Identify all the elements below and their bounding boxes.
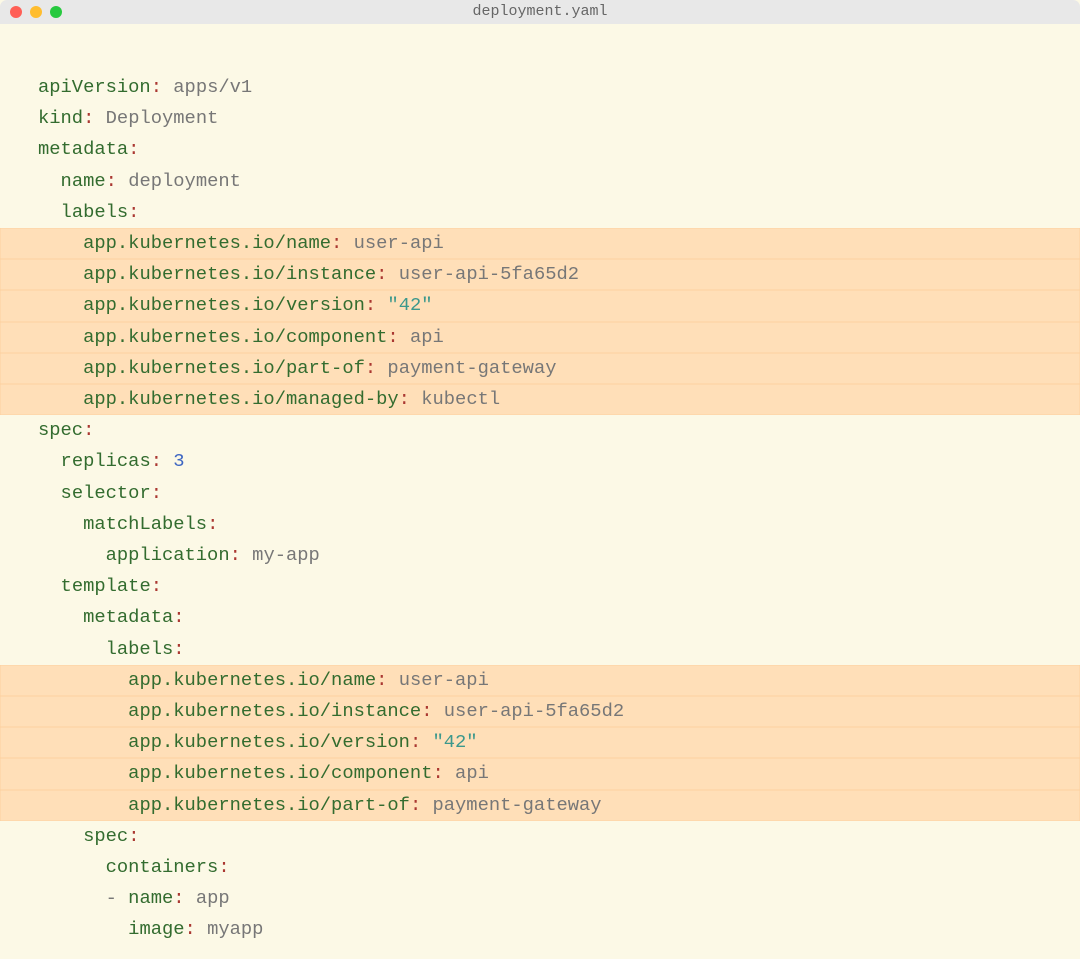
code-line[interactable]: app.kubernetes.io/version: "42"	[0, 727, 1080, 758]
yaml-key: app.kubernetes.io/part-of	[83, 357, 365, 379]
yaml-value: payment-gateway	[433, 794, 602, 816]
yaml-key: metadata	[83, 606, 173, 628]
code-line[interactable]: app.kubernetes.io/name: user-api	[0, 665, 1080, 696]
code-line[interactable]: app.kubernetes.io/part-of: payment-gatew…	[0, 790, 1080, 821]
yaml-value: payment-gateway	[387, 357, 556, 379]
yaml-key: kind	[38, 107, 83, 129]
yaml-value: user-api	[399, 669, 489, 691]
yaml-value: deployment	[128, 170, 241, 192]
yaml-key: apiVersion	[38, 76, 151, 98]
code-line[interactable]: app.kubernetes.io/version: "42"	[0, 290, 1080, 321]
yaml-key: app.kubernetes.io/component	[83, 326, 387, 348]
code-line[interactable]: metadata:	[0, 134, 1080, 165]
code-line[interactable]: containers:	[0, 852, 1080, 883]
yaml-value: myapp	[207, 918, 263, 940]
yaml-key: name	[61, 170, 106, 192]
code-line[interactable]: app.kubernetes.io/instance: user-api-5fa…	[0, 696, 1080, 727]
yaml-key: app.kubernetes.io/name	[128, 669, 376, 691]
code-line[interactable]: kind: Deployment	[0, 103, 1080, 134]
yaml-key: labels	[106, 638, 174, 660]
yaml-value: Deployment	[106, 107, 219, 129]
yaml-value: user-api	[354, 232, 444, 254]
yaml-key: selector	[61, 482, 151, 504]
window-title: deployment.yaml	[0, 0, 1080, 28]
code-line[interactable]: name: deployment	[0, 166, 1080, 197]
yaml-value: "42"	[433, 731, 478, 753]
yaml-value: api	[455, 762, 489, 784]
code-line[interactable]: selector:	[0, 478, 1080, 509]
yaml-key: app.kubernetes.io/instance	[128, 700, 421, 722]
code-line[interactable]: labels:	[0, 197, 1080, 228]
yaml-value: user-api-5fa65d2	[444, 700, 624, 722]
code-line[interactable]: labels:	[0, 634, 1080, 665]
code-line[interactable]: app.kubernetes.io/component: api	[0, 758, 1080, 789]
yaml-key: spec	[83, 825, 128, 847]
code-line[interactable]: template:	[0, 571, 1080, 602]
code-line[interactable]: app.kubernetes.io/name: user-api	[0, 228, 1080, 259]
code-line[interactable]: app.kubernetes.io/component: api	[0, 322, 1080, 353]
yaml-key: image	[128, 918, 184, 940]
yaml-key: containers	[106, 856, 219, 878]
code-line[interactable]: replicas: 3	[0, 446, 1080, 477]
titlebar: deployment.yaml	[0, 0, 1080, 24]
yaml-key: name	[128, 887, 173, 909]
yaml-value: my-app	[252, 544, 320, 566]
yaml-key: application	[106, 544, 230, 566]
code-line[interactable]: metadata:	[0, 602, 1080, 633]
yaml-key: labels	[61, 201, 129, 223]
code-line[interactable]: - name: app	[0, 883, 1080, 914]
yaml-key: app.kubernetes.io/instance	[83, 263, 376, 285]
code-line[interactable]: image: myapp	[0, 914, 1080, 945]
yaml-value: user-api-5fa65d2	[399, 263, 579, 285]
code-line[interactable]: app.kubernetes.io/managed-by: kubectl	[0, 384, 1080, 415]
code-line[interactable]: apiVersion: apps/v1	[0, 72, 1080, 103]
yaml-value: "42"	[387, 294, 432, 316]
yaml-value: kubectl	[421, 388, 500, 410]
yaml-key: template	[61, 575, 151, 597]
yaml-key: app.kubernetes.io/version	[128, 731, 410, 753]
code-line[interactable]: spec:	[0, 415, 1080, 446]
yaml-value: app	[196, 887, 230, 909]
code-line[interactable]: matchLabels:	[0, 509, 1080, 540]
yaml-value: apps/v1	[173, 76, 252, 98]
yaml-key: app.kubernetes.io/managed-by	[83, 388, 399, 410]
code-line[interactable]: spec:	[0, 821, 1080, 852]
yaml-key: replicas	[61, 450, 151, 472]
yaml-key: app.kubernetes.io/part-of	[128, 794, 410, 816]
code-line[interactable]: app.kubernetes.io/instance: user-api-5fa…	[0, 259, 1080, 290]
code-line[interactable]: app.kubernetes.io/part-of: payment-gatew…	[0, 353, 1080, 384]
yaml-key: metadata	[38, 138, 128, 160]
yaml-key: app.kubernetes.io/component	[128, 762, 432, 784]
code-editor[interactable]: apiVersion: apps/v1kind: Deploymentmetad…	[0, 24, 1080, 946]
yaml-key: app.kubernetes.io/name	[83, 232, 331, 254]
editor-window: deployment.yaml apiVersion: apps/v1kind:…	[0, 0, 1080, 959]
yaml-value: 3	[173, 450, 184, 472]
yaml-key: matchLabels	[83, 513, 207, 535]
yaml-value: api	[410, 326, 444, 348]
yaml-key: spec	[38, 419, 83, 441]
code-line[interactable]: application: my-app	[0, 540, 1080, 571]
yaml-key: app.kubernetes.io/version	[83, 294, 365, 316]
